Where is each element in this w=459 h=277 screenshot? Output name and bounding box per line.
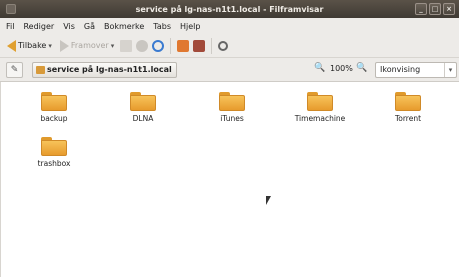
folder-icon [41, 137, 67, 156]
arrow-left-icon [7, 39, 16, 52]
folder-label: Timemachine [294, 114, 346, 123]
folder-label: iTunes [220, 114, 244, 123]
toolbar-separator [211, 37, 213, 54]
window-titlebar: service på lg-nas-n1t1.local - Filframvi… [0, 0, 459, 18]
close-button[interactable]: × [443, 3, 455, 15]
zoom-level: 100% [330, 64, 353, 73]
folder-item[interactable]: DLNA [108, 92, 178, 123]
stop-icon[interactable] [136, 39, 149, 52]
breadcrumb-label: service på lg-nas-n1t1.local [47, 65, 172, 74]
reload-icon[interactable] [152, 39, 165, 52]
menu-bookmarks[interactable]: Bokmerke [104, 22, 144, 31]
folder-label: trashbox [37, 159, 71, 168]
folder-icon [130, 92, 156, 111]
folder-label: backup [40, 114, 68, 123]
home-icon[interactable] [177, 39, 190, 52]
menu-file[interactable]: Fil [6, 22, 14, 31]
folder-label: Torrent [394, 114, 422, 123]
window-menu-icon[interactable] [6, 4, 16, 14]
chevron-down-icon[interactable]: ▾ [111, 42, 115, 50]
back-label: Tilbake [18, 41, 47, 50]
menu-tabs[interactable]: Tabs [153, 22, 171, 31]
toolbar: Tilbake ▾ Framover ▾ [0, 34, 459, 58]
up-icon[interactable] [120, 39, 133, 52]
folder-label: DLNA [132, 114, 154, 123]
edit-location-toggle[interactable]: ✎ [6, 62, 23, 78]
forward-label: Framover [70, 41, 109, 50]
chevron-down-icon[interactable]: ▾ [48, 42, 52, 50]
network-drive-icon [36, 66, 45, 74]
menu-help[interactable]: Hjelp [180, 22, 200, 31]
folder-item[interactable]: trashbox [19, 137, 89, 168]
menu-view[interactable]: Vis [63, 22, 75, 31]
breadcrumb-button[interactable]: service på lg-nas-n1t1.local [32, 62, 177, 78]
forward-button[interactable]: Framover ▾ [58, 37, 116, 55]
folder-item[interactable]: backup [19, 92, 89, 123]
maximize-button[interactable]: □ [429, 3, 441, 15]
chevron-down-icon: ▾ [444, 63, 456, 77]
window-title: service på lg-nas-n1t1.local - Filframvi… [135, 4, 324, 14]
folder-icon [395, 92, 421, 111]
folder-item[interactable]: Torrent [373, 92, 443, 123]
minimize-button[interactable]: _ [415, 3, 427, 15]
arrow-right-icon [59, 39, 69, 52]
folder-icon [307, 92, 333, 111]
menu-edit[interactable]: Rediger [23, 22, 54, 31]
back-button[interactable]: Tilbake ▾ [5, 37, 54, 55]
location-bar: ✎ service på lg-nas-n1t1.local 🔍 100% 🔍 … [0, 58, 459, 82]
menu-go[interactable]: Gå [84, 22, 95, 31]
computer-icon[interactable] [193, 39, 206, 52]
folder-icon [41, 92, 67, 111]
view-mode-select[interactable]: Ikonvising ▾ [375, 62, 457, 78]
toolbar-separator [170, 37, 172, 54]
menubar: Fil Rediger Vis Gå Bokmerke Tabs Hjelp [0, 18, 459, 34]
window-controls: _ □ × [415, 3, 455, 15]
zoom-out-icon[interactable]: 🔍 [314, 63, 325, 73]
folder-item[interactable]: iTunes [197, 92, 267, 123]
file-view[interactable]: backup DLNA iTunes Timemachine Torrent t… [0, 82, 459, 277]
folder-item[interactable]: Timemachine [285, 92, 355, 123]
zoom-in-icon[interactable]: 🔍 [356, 63, 367, 73]
mouse-pointer-icon [266, 196, 271, 205]
folder-icon [219, 92, 245, 111]
search-icon[interactable] [218, 40, 229, 51]
view-mode-value: Ikonvising [380, 65, 421, 74]
